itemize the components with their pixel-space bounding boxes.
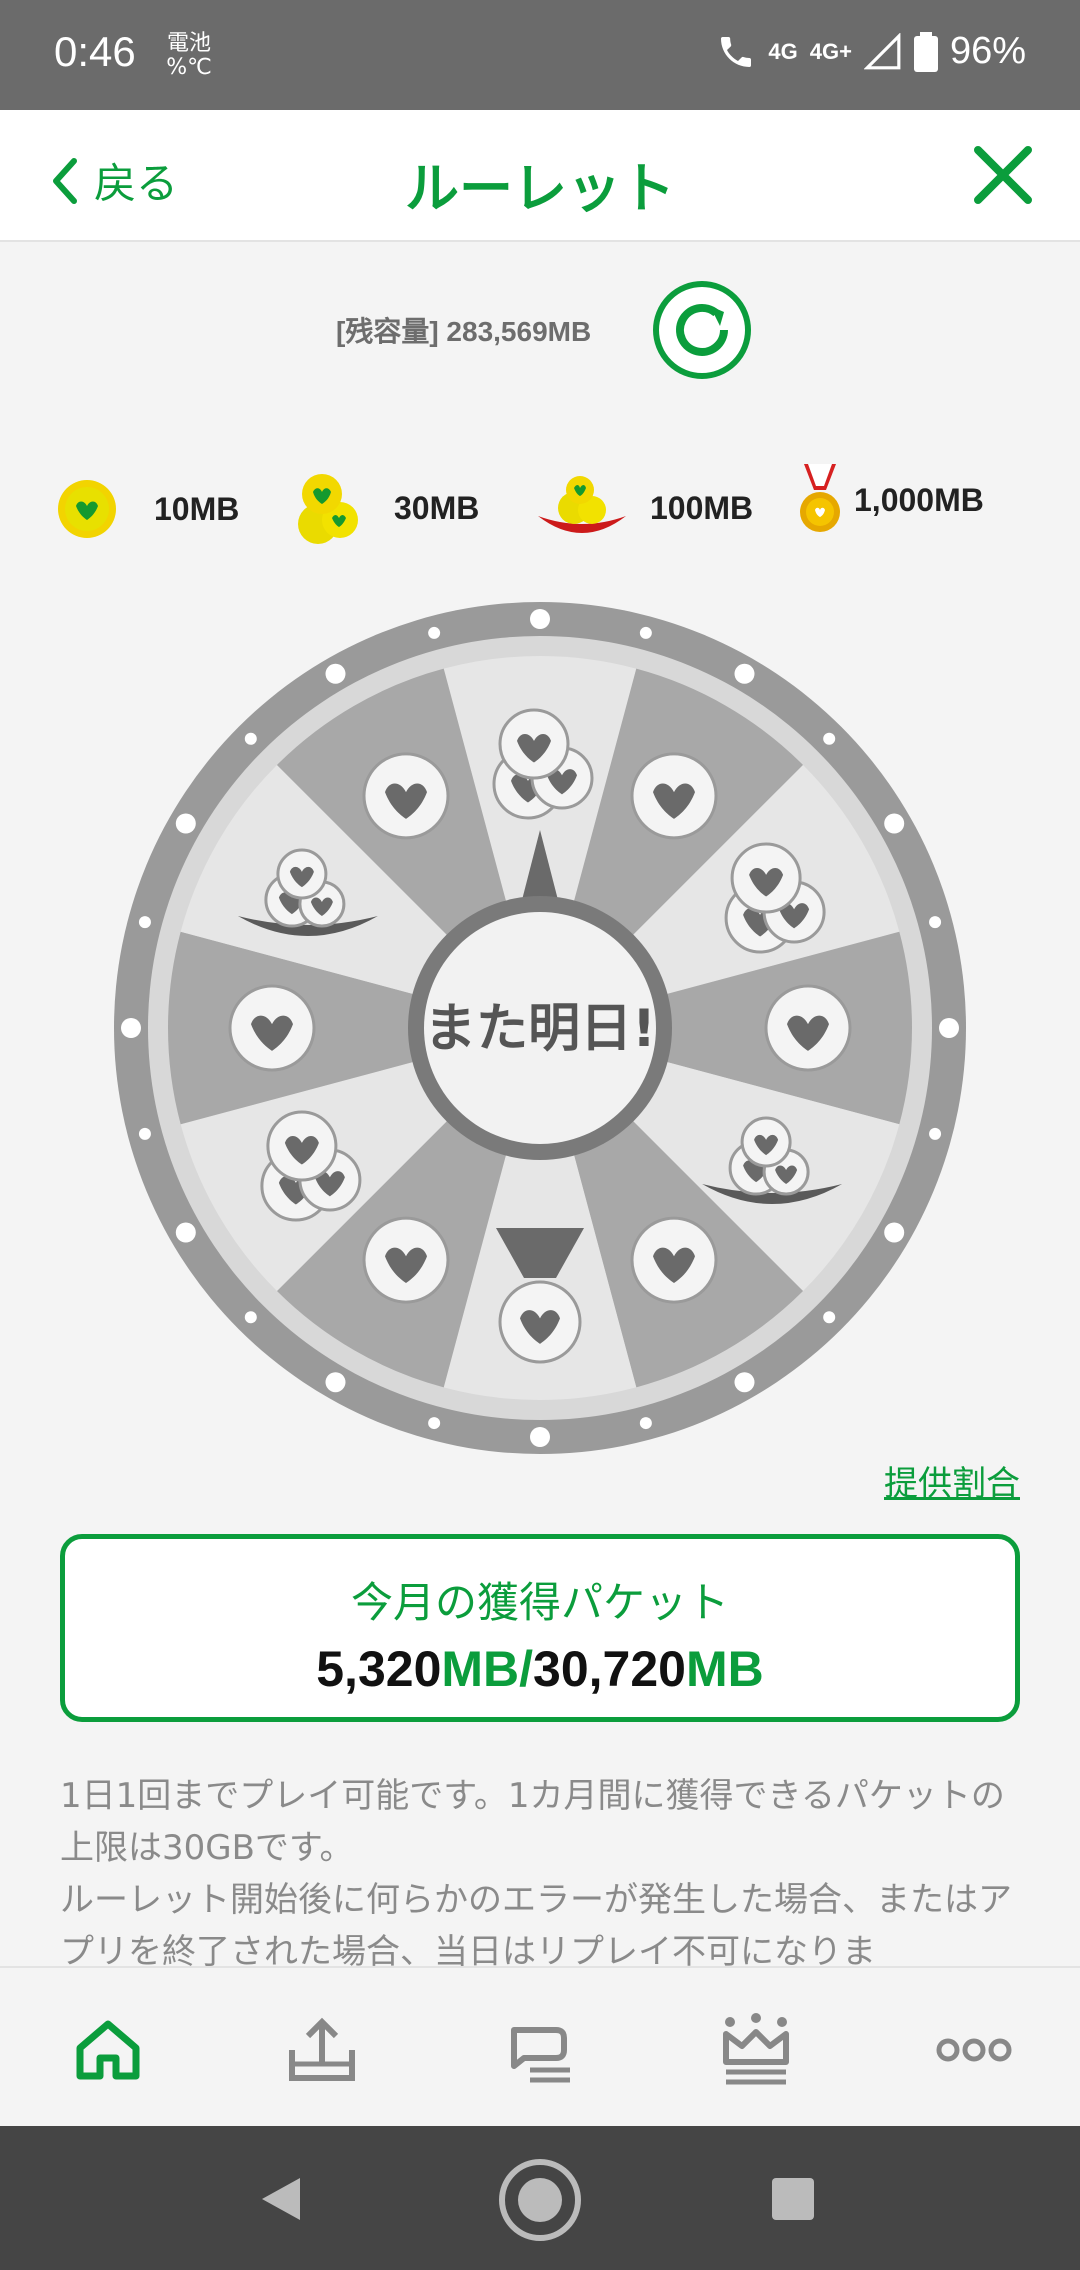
- single-coin-icon: [630, 1216, 718, 1304]
- rank-tab[interactable]: [716, 2010, 796, 2090]
- signal-icon: [863, 32, 901, 69]
- wheel-stud: [175, 813, 196, 834]
- legend-item-1000mb: 1,000MB: [798, 462, 984, 538]
- legend-item-30mb: 30MB: [288, 468, 479, 548]
- single-coin-icon: [228, 984, 316, 1072]
- crown-icon: [723, 2013, 789, 2085]
- back-nav-icon[interactable]: [256, 2174, 306, 2224]
- roulette-wheel-graphic: また明日!: [114, 602, 966, 1454]
- monthly-packet-label: 今月の獲得パケット: [350, 1578, 729, 1627]
- wheel-stud: [530, 609, 550, 629]
- system-nav-bar: [0, 2126, 1080, 2270]
- home-tab[interactable]: [68, 2010, 148, 2090]
- network-type-2: 4G+: [809, 38, 852, 64]
- wheel-center-text: また明日!: [424, 999, 656, 1059]
- single-coin-icon: [764, 984, 852, 1072]
- wheel-stud: [121, 1018, 141, 1038]
- wheel-stud: [734, 1372, 755, 1393]
- chat-lines-icon: [511, 2027, 570, 2083]
- wheel-stud: [325, 663, 346, 684]
- coin-pile-icon: [298, 474, 358, 544]
- status-bar: 0:46 電池 %℃ 4G 4G+ 96%: [0, 0, 1080, 110]
- single-coin-icon: [58, 480, 116, 538]
- notes-text: 1日1回までプレイ可能です。1カ月間に獲得できるパケットの上限は30GBです。 …: [60, 1776, 1012, 1966]
- recents-nav-icon[interactable]: [770, 2176, 816, 2222]
- wheel-stud: [244, 732, 257, 745]
- wheel-stud: [884, 813, 905, 834]
- app-header: 戻る ルーレット: [0, 110, 1080, 242]
- bottom-tab-bar: [0, 1966, 1080, 2126]
- refresh-icon: [653, 281, 751, 379]
- home-nav-icon[interactable]: [496, 2156, 584, 2244]
- status-time: 0:46: [54, 28, 136, 75]
- network-type: 4G: [768, 38, 798, 64]
- wheel-stud: [823, 1311, 836, 1324]
- wheel-stud: [639, 626, 652, 639]
- legend-item-100mb: 100MB: [534, 470, 753, 546]
- wheel-stud: [138, 1127, 151, 1140]
- battery-temp-label: 電池 %℃: [166, 31, 212, 80]
- wheel-stud: [244, 1311, 257, 1324]
- chat-tab[interactable]: [500, 2010, 580, 2090]
- close-button[interactable]: [972, 144, 1034, 210]
- status-icons: 4G 4G+ 96%: [716, 30, 1026, 73]
- wheel-stud: [734, 663, 755, 684]
- close-icon: [974, 146, 1032, 204]
- home-icon: [76, 2020, 140, 2080]
- wheel-stud: [428, 1417, 441, 1430]
- data-charge-tab[interactable]: [282, 2010, 362, 2090]
- wheel-stud: [428, 626, 441, 639]
- battery-icon: [913, 31, 938, 72]
- roulette-wheel[interactable]: また明日!: [112, 600, 968, 1460]
- wheel-stud: [884, 1222, 905, 1243]
- wifi-calling-icon: [721, 36, 752, 67]
- monthly-packet-amount: 5,320MB/30,720MB: [316, 1641, 764, 1697]
- wheel-stud: [325, 1372, 346, 1393]
- wheel-stud: [939, 1018, 959, 1038]
- coin-tray-icon: [538, 476, 626, 533]
- medal-icon: [800, 464, 840, 532]
- more-tab[interactable]: [934, 2010, 1014, 2090]
- single-coin-icon: [630, 752, 718, 840]
- legend-item-10mb: 10MB: [56, 478, 239, 540]
- page-title: ルーレット: [405, 157, 675, 220]
- odds-link[interactable]: 提供割合: [884, 1456, 1020, 1505]
- wheel-stud: [530, 1427, 550, 1447]
- upload-tray-icon: [289, 2017, 355, 2081]
- wheel-stud: [929, 1127, 942, 1140]
- single-coin-icon: [362, 752, 450, 840]
- wheel-stud: [639, 1417, 652, 1430]
- medal-icon: [496, 1228, 584, 1364]
- more-dots-icon: [936, 2038, 1012, 2062]
- wheel-stud: [138, 916, 151, 929]
- wheel-stud: [175, 1222, 196, 1243]
- single-coin-icon: [362, 1216, 450, 1304]
- monthly-packet-card: 今月の獲得パケット 5,320MB/30,720MB: [60, 1534, 1020, 1722]
- wheel-stud: [929, 916, 942, 929]
- refresh-button[interactable]: [652, 280, 752, 384]
- battery-percent: 96%: [949, 30, 1026, 72]
- remaining-capacity: [残容量] 283,569MB: [336, 316, 592, 347]
- prize-legend: 10MB 30MB 100MB 1,000MB: [56, 462, 1026, 552]
- wheel-stud: [823, 732, 836, 745]
